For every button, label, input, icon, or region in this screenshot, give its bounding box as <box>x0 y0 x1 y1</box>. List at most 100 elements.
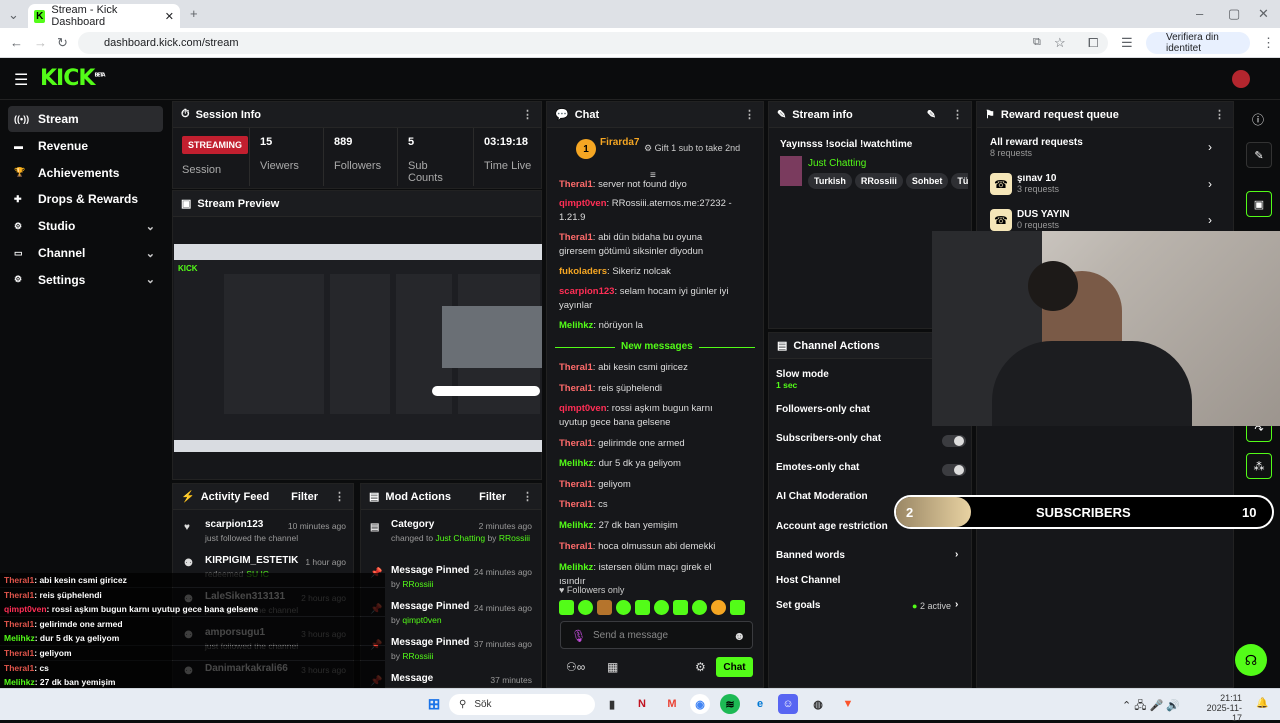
channel-action-emotes-only-chat[interactable]: Emotes-only chat <box>776 462 859 473</box>
brave-icon[interactable]: ▼ <box>838 694 858 714</box>
spotify-icon[interactable]: ≋ <box>720 694 740 714</box>
filter-button[interactable]: Filter <box>479 491 506 503</box>
toggle-switch[interactable] <box>942 464 966 476</box>
obs-icon[interactable]: ◍ <box>808 694 828 714</box>
channel-action-slow-mode[interactable]: Slow mode <box>776 369 829 380</box>
chat-message[interactable]: Melihkz: nörüyon la <box>559 319 739 333</box>
all-reward-requests[interactable]: All reward requests 8 requests <box>990 137 1083 159</box>
mic-icon[interactable]: 🎙 <box>571 629 586 643</box>
store-icon[interactable]: ▦ <box>607 660 618 674</box>
chat-username[interactable]: scarpion123 <box>559 286 614 297</box>
chat-username[interactable]: Theral1 <box>559 479 593 490</box>
sidebar-item-stream[interactable]: ((•)) Stream <box>8 106 163 132</box>
mod-user[interactable]: RRossiii <box>402 651 433 661</box>
sidebar-item-studio[interactable]: ⚙ Studio ⌄ <box>8 213 163 239</box>
sidebar-item-drops-rewards[interactable]: ✚ Drops & Rewards <box>8 186 163 212</box>
channel-action-subscribers-only-chat[interactable]: Subscribers-only chat <box>776 433 881 444</box>
chat-message[interactable]: Melihkz: dur 5 dk ya geliyom <box>559 457 739 471</box>
info-icon[interactable]: ⓘ <box>1252 111 1264 128</box>
chevron-right-icon[interactable]: › <box>955 549 958 560</box>
top-gifter-name[interactable]: Firarda7 <box>600 137 639 148</box>
channel-action-banned-words[interactable]: Banned words <box>776 550 845 561</box>
chat-username[interactable]: fukoladers <box>559 266 607 277</box>
chat-message[interactable]: Theral1: hoca olmussun abi demekki <box>559 540 739 554</box>
chat-username[interactable]: Melihkz <box>559 320 593 331</box>
reward-item[interactable]: DUS YAYIN 0 requests <box>1017 209 1069 231</box>
back-icon[interactable]: ← <box>10 35 23 50</box>
reading-list-icon[interactable]: ☰ <box>1121 35 1133 51</box>
mod-user[interactable]: qimpt0ven <box>402 615 441 625</box>
channel-action-ai-chat-moderation[interactable]: AI Chat Moderation <box>776 491 868 502</box>
sidebar-item-settings[interactable]: ⚙ Settings ⌄ <box>8 267 163 293</box>
support-headset-button[interactable]: ☊ <box>1235 644 1267 676</box>
more-icon[interactable]: ⋮ <box>522 108 533 121</box>
browser-tab[interactable]: K Stream - Kick Dashboard ✕ <box>28 4 180 28</box>
chat-message[interactable]: Theral1: cs <box>559 498 739 512</box>
chrome-icon[interactable]: ◉ <box>690 694 710 714</box>
chat-message[interactable]: Theral1: server not found diyo <box>559 178 739 192</box>
chat-username[interactable]: Theral1 <box>559 499 593 510</box>
connections-button[interactable]: ⁂ <box>1246 453 1272 479</box>
chevron-down-icon[interactable]: ⌄ <box>146 273 155 286</box>
emote-bar[interactable] <box>559 600 754 618</box>
channel-action-host-channel[interactable]: Host Channel <box>776 575 840 586</box>
chat-username[interactable]: Theral1 <box>559 232 593 243</box>
chat-username[interactable]: Theral1 <box>559 179 593 190</box>
chevron-right-icon[interactable]: › <box>1208 177 1212 191</box>
reload-icon[interactable]: ↻ <box>57 35 68 51</box>
stream-preview-video[interactable]: KICK <box>174 244 542 452</box>
more-icon[interactable]: ⋮ <box>1214 108 1225 121</box>
hamburger-menu-icon[interactable]: ☰ <box>14 70 28 90</box>
mod-user[interactable]: RRossiii <box>499 533 530 543</box>
verify-identity-button[interactable]: Verifiera din identitet <box>1146 32 1250 54</box>
channel-action-followers-only-chat[interactable]: Followers-only chat <box>776 404 870 415</box>
netflix-icon[interactable]: N <box>632 694 652 714</box>
gift-sub-prompt[interactable]: ⚙ Gift 1 sub to take 2nd <box>644 143 740 154</box>
emoji-icon[interactable]: ☻ <box>733 629 746 643</box>
chat-message[interactable]: Melihkz: 27 dk ban yemişim <box>559 519 739 533</box>
chat-message[interactable]: Theral1: reis şüphelendi <box>559 382 739 396</box>
chat-message[interactable]: Theral1: gelirimde one armed <box>559 437 739 451</box>
toggle-switch[interactable] <box>942 435 966 447</box>
translate-icon[interactable]: ⧉ <box>1033 36 1041 49</box>
taskbar-search[interactable]: ⚲ Sök <box>449 694 595 715</box>
chat-message[interactable]: scarpion123: selam hocam iyi günler iyi … <box>559 285 739 313</box>
chevron-right-icon[interactable]: › <box>1208 140 1212 154</box>
discord-icon[interactable]: ☺ <box>778 694 798 714</box>
chevron-right-icon[interactable]: › <box>1208 213 1212 227</box>
channel-action-account-age-restriction[interactable]: Account age restriction <box>776 521 888 532</box>
chat-message[interactable]: Theral1: abi dün bidaha bu oyuna girerse… <box>559 231 739 259</box>
chat-username[interactable]: Melihkz <box>559 520 593 531</box>
url-field[interactable]: dashboard.kick.com/stream <box>78 32 1108 54</box>
maximize-icon[interactable]: ▢ <box>1228 6 1240 22</box>
record-button[interactable]: ▣ <box>1246 191 1272 217</box>
avatar[interactable] <box>1232 70 1250 88</box>
close-window-icon[interactable]: ✕ <box>1258 6 1269 22</box>
chat-username[interactable]: qimpt0ven <box>559 403 607 414</box>
notification-icon[interactable]: 🔔 <box>1256 698 1268 709</box>
mod-user[interactable]: RRossiii <box>402 579 433 589</box>
chevron-down-icon[interactable]: ⌄ <box>146 247 155 260</box>
chat-settings-icon[interactable]: ⚙ <box>695 660 706 674</box>
community-icon[interactable]: ⚇∞ <box>566 660 585 674</box>
reward-item[interactable]: şınav 10 3 requests <box>1017 173 1059 195</box>
sidebar-item-channel[interactable]: ▭ Channel ⌄ <box>8 240 163 266</box>
chat-username[interactable]: Theral1 <box>559 362 593 373</box>
chat-username[interactable]: Theral1 <box>559 438 593 449</box>
chat-message[interactable]: qimpt0ven: rossi aşkım bugun karnı uyutu… <box>559 402 739 430</box>
chat-username[interactable]: Melihkz <box>559 458 593 469</box>
task-view-icon[interactable]: ▮ <box>602 694 622 714</box>
chat-message[interactable]: Theral1: geliyom <box>559 478 739 492</box>
chat-username[interactable]: Melihkz <box>559 562 593 573</box>
chat-username[interactable]: Theral1 <box>559 541 593 552</box>
tab-list-icon[interactable]: ⌄ <box>8 7 19 23</box>
chevron-down-icon[interactable]: ⌄ <box>146 220 155 233</box>
browser-menu-icon[interactable]: ⋮ <box>1262 35 1275 51</box>
edge-icon[interactable]: e <box>750 694 770 714</box>
activity-user[interactable]: scarpion123 <box>205 519 263 530</box>
category-name[interactable]: Just Chatting <box>808 158 866 169</box>
edit-layout-button[interactable]: ✎ <box>1246 142 1272 168</box>
sidebar-item-revenue[interactable]: ▬ Revenue <box>8 133 163 159</box>
kick-logo[interactable]: KICKBETA <box>40 66 106 91</box>
more-icon[interactable]: ⋮ <box>334 490 345 503</box>
